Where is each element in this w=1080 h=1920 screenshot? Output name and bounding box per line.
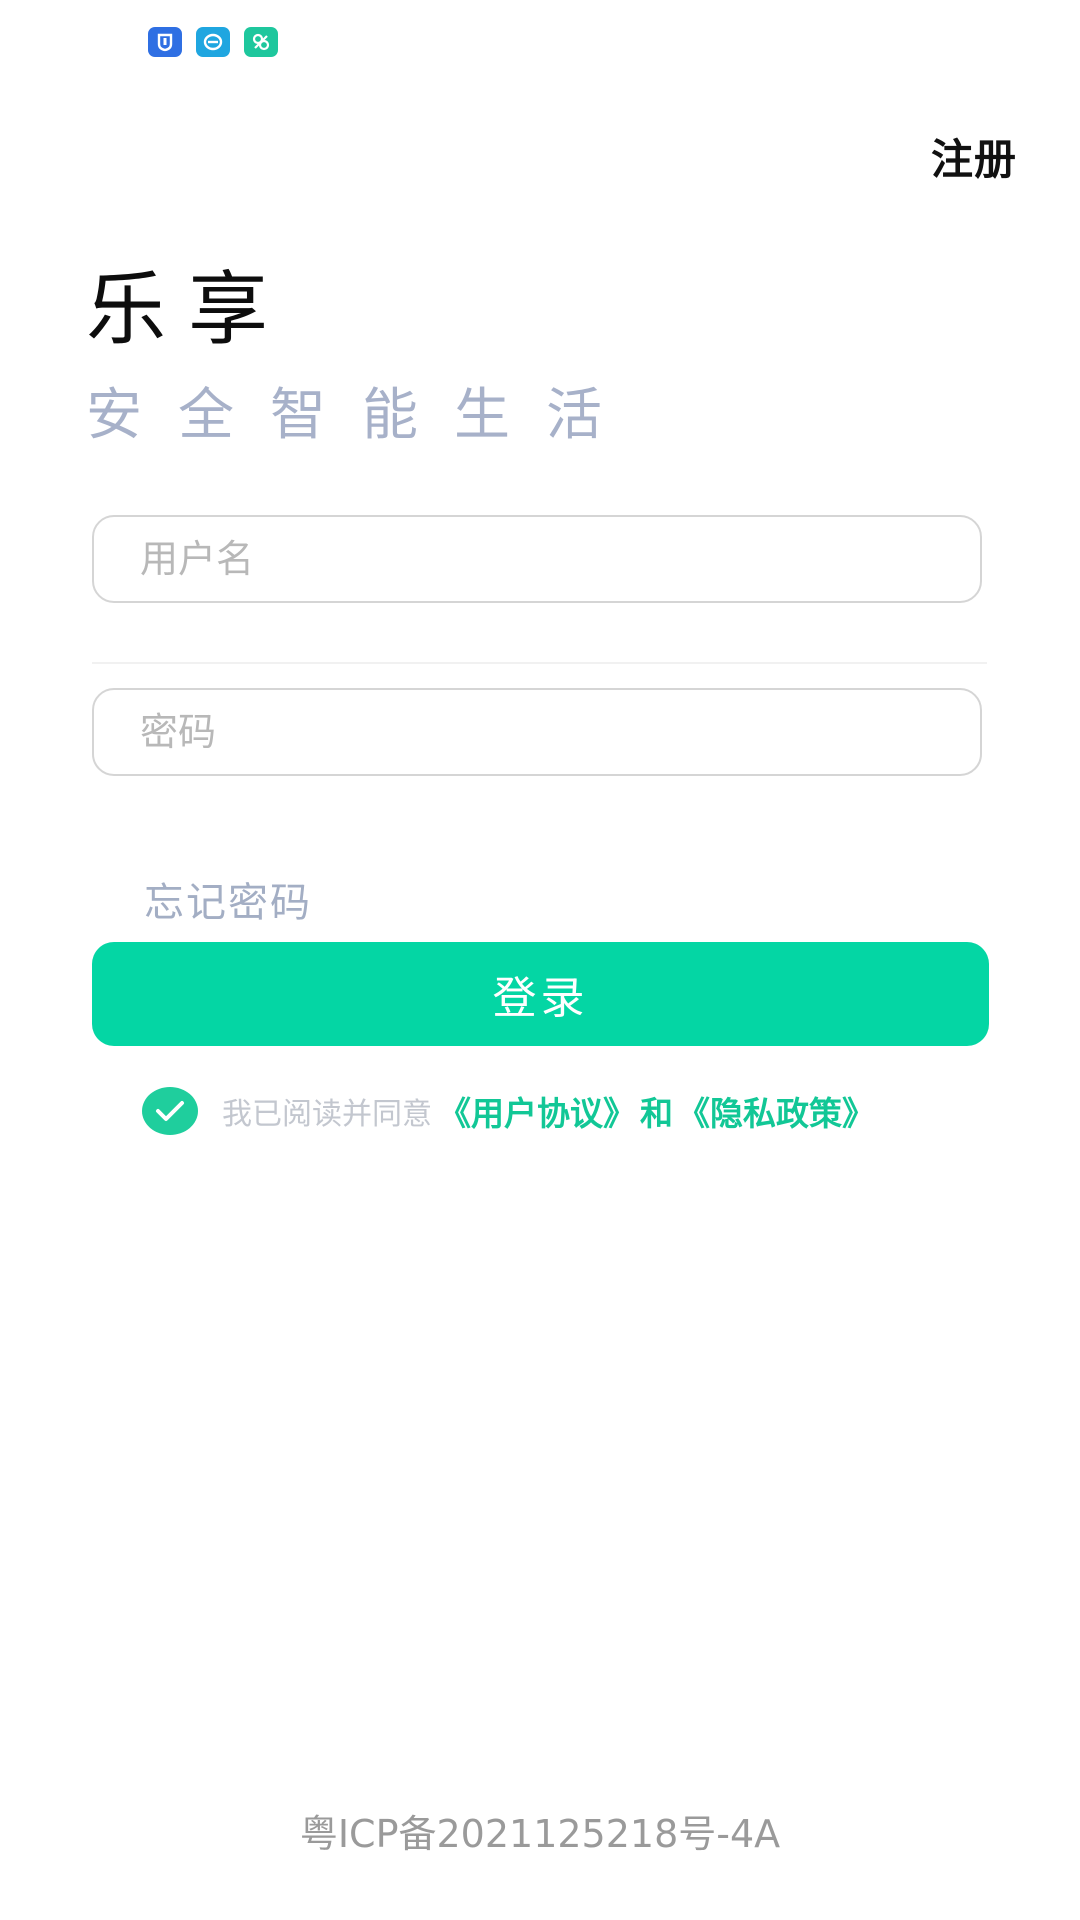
qr-app-icon [244, 27, 278, 57]
password-field[interactable] [92, 688, 982, 776]
register-link[interactable]: 注册 [931, 126, 1017, 187]
forgot-password-link[interactable]: 忘记密码 [144, 870, 312, 928]
username-field[interactable] [92, 515, 982, 603]
agreement-prefix: 我已阅读并同意 [222, 1097, 432, 1132]
form-divider [92, 662, 987, 664]
agreement-row: 我已阅读并同意 《用户协议》 和 《隐私政策》 [142, 1086, 875, 1136]
agreement-and: 和 [640, 1094, 673, 1133]
status-bar-icons [148, 27, 278, 57]
user-agreement-link[interactable]: 《用户协议》 [438, 1087, 636, 1135]
icp-footer: 粤ICP备2021125218号-4A [299, 1812, 781, 1856]
privacy-policy-link[interactable]: 《隐私政策》 [677, 1087, 875, 1135]
login-button[interactable]: 登录 [92, 942, 989, 1046]
app-title: 乐享 [86, 263, 290, 356]
app-slogan: 安全智能生活 [86, 383, 638, 448]
checkmark-icon [156, 1101, 184, 1121]
password-input[interactable] [94, 690, 980, 774]
username-input[interactable] [94, 517, 980, 601]
chat-app-icon [196, 27, 230, 57]
agreement-checkbox[interactable] [142, 1087, 198, 1135]
shield-app-icon [148, 27, 182, 57]
